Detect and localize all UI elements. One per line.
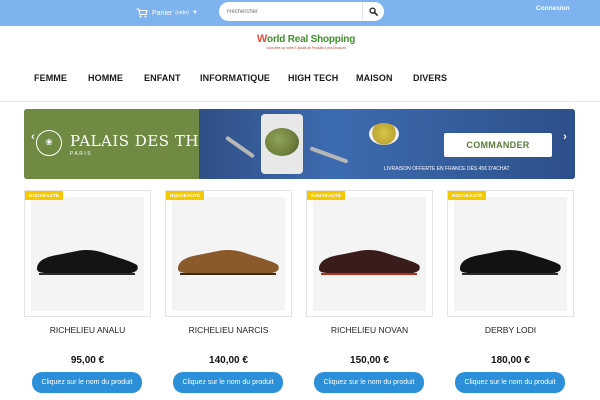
product-image[interactable] xyxy=(313,197,426,311)
nav-item-divers[interactable]: DIVERS xyxy=(413,73,447,83)
shoe-image xyxy=(37,250,138,275)
carousel-next-icon[interactable]: › xyxy=(560,131,570,143)
banner-promo-text: LIVRAISON OFFERTE EN FRANCE DÈS 45€ D'AC… xyxy=(384,166,510,172)
product-name[interactable]: RICHELIEU NARCIS xyxy=(165,325,292,335)
new-badge: NOUVEAUTÉ xyxy=(448,191,487,200)
search-icon xyxy=(369,7,378,16)
product-button[interactable]: Cliquez sur le nom du produit xyxy=(173,372,283,393)
cart-icon xyxy=(136,8,148,18)
product-card[interactable]: NOUVEAUTÉ xyxy=(447,190,574,317)
product-card[interactable]: NOUVEAUTÉ xyxy=(24,190,151,317)
search-input[interactable] xyxy=(227,4,357,19)
product-button[interactable]: Cliquez sur le nom du produit xyxy=(314,372,424,393)
site-logo[interactable]: World Real Shopping Vous êtes sur votre … xyxy=(251,33,361,50)
cart-dropdown[interactable]: Panier (vide) ▼ xyxy=(136,8,198,18)
product-price: 140,00 € xyxy=(209,355,248,366)
new-badge: NOUVEAUTÉ xyxy=(307,191,346,200)
nav-item-enfant[interactable]: ENFANT xyxy=(144,73,181,83)
search-bar xyxy=(219,2,384,21)
product-price: 150,00 € xyxy=(350,355,389,366)
product-card[interactable]: NOUVEAUTÉ xyxy=(165,190,292,317)
logo-title: World Real Shopping xyxy=(256,33,356,45)
cart-state: (vide) xyxy=(175,10,189,16)
spoon-image xyxy=(224,135,256,159)
top-bar: Panier (vide) ▼ Connexion xyxy=(0,0,600,26)
search-button[interactable] xyxy=(362,2,384,21)
product-button[interactable]: Cliquez sur le nom du produit xyxy=(32,372,142,393)
cart-label: Panier xyxy=(152,9,173,17)
chevron-down-icon: ▼ xyxy=(192,10,198,16)
logo-tagline: Vous êtes sur votre E-Boutik de Produits… xyxy=(266,46,346,50)
nav-item-high-tech[interactable]: HIGH TECH xyxy=(288,73,338,83)
nav-item-homme[interactable]: HOMME xyxy=(88,73,123,83)
product-image[interactable] xyxy=(454,197,567,311)
shoe-image xyxy=(178,250,279,275)
product-name[interactable]: RICHELIEU NOVAN xyxy=(306,325,433,335)
shoe-image xyxy=(319,250,420,275)
banner-brand-city: PARIS xyxy=(70,151,93,157)
product-price: 180,00 € xyxy=(491,355,530,366)
product-image[interactable] xyxy=(31,197,144,311)
tea-leaves-image xyxy=(265,128,299,156)
product-card[interactable]: NOUVEAUTÉ xyxy=(306,190,433,317)
shoe-image xyxy=(460,250,561,275)
nav-item-femme[interactable]: FEMME xyxy=(34,73,67,83)
main-nav: FEMME HOMME ENFANT INFORMATIQUE HIGH TEC… xyxy=(0,69,600,91)
tea-cup-image xyxy=(369,123,399,145)
product-name[interactable]: DERBY LODI xyxy=(447,325,574,335)
nav-item-informatique[interactable]: INFORMATIQUE xyxy=(200,73,270,83)
nav-divider xyxy=(0,101,600,102)
product-price: 95,00 € xyxy=(70,355,105,366)
spoon-image xyxy=(309,146,349,164)
commander-button[interactable]: COMMANDER xyxy=(444,133,552,157)
new-badge: NOUVEAUTÉ xyxy=(25,191,64,200)
tea-tin-image xyxy=(261,114,303,174)
product-image[interactable] xyxy=(172,197,285,311)
login-link[interactable]: Connexion xyxy=(536,5,570,12)
brand-logo-icon: ❀ xyxy=(36,130,62,156)
new-badge: NOUVEAUTÉ xyxy=(166,191,205,200)
carousel-prev-icon[interactable]: ‹ xyxy=(28,131,38,143)
product-name[interactable]: RICHELIEU ANALU xyxy=(24,325,151,335)
nav-item-maison[interactable]: MAISON xyxy=(356,73,393,83)
product-button[interactable]: Cliquez sur le nom du produit xyxy=(455,372,565,393)
